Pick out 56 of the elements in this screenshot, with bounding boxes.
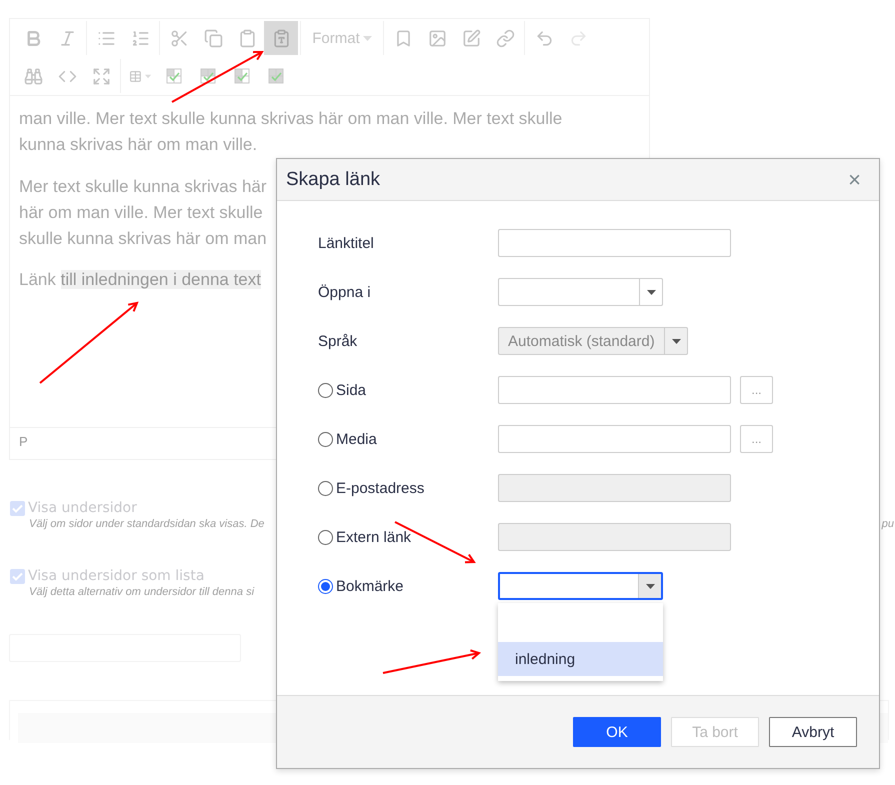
radio-button[interactable] <box>318 382 333 398</box>
text-field[interactable] <box>498 376 731 404</box>
undo-icon <box>534 28 554 48</box>
select-field[interactable] <box>498 572 663 600</box>
copy-icon <box>204 28 222 48</box>
field-label: Media <box>318 430 498 448</box>
checkbox[interactable] <box>10 568 25 584</box>
fullscreen-icon <box>92 66 110 86</box>
clipboard-icon <box>238 28 256 48</box>
dialog-title: Skapa länk <box>286 168 380 190</box>
format-dropdown[interactable]: Format <box>303 21 381 55</box>
table-check-icon <box>166 68 182 84</box>
field-label: E-postadress <box>318 480 498 496</box>
edit-icon <box>462 28 480 48</box>
caret-icon <box>144 74 151 78</box>
link-icon <box>496 28 514 48</box>
text-field[interactable] <box>498 425 731 453</box>
paragraph-line: här om man ville. Mer text skulle <box>19 202 263 224</box>
option-description: Välj detta alternativ om undersidor till denna si <box>29 586 254 598</box>
caret-icon <box>646 584 654 588</box>
field-label: Språk <box>318 332 358 350</box>
field-label: Öppna i <box>318 284 372 300</box>
binoculars-icon <box>24 66 42 86</box>
browse-button[interactable]: ... <box>740 425 773 453</box>
field-label: Extern länk <box>318 528 498 546</box>
caret-icon <box>672 338 680 344</box>
field-label: Sida <box>318 382 498 398</box>
table-check-icon <box>268 68 284 84</box>
radio-button[interactable] <box>318 578 333 594</box>
redo-icon <box>568 28 588 48</box>
ok-button[interactable]: OK <box>573 717 661 747</box>
toolbar-button[interactable] <box>264 21 298 55</box>
numbered-list-icon <box>130 28 150 48</box>
caret-icon <box>362 36 372 40</box>
option-description: Välj om sidor under standardsidan ska visas. De <box>29 518 264 530</box>
option-description: pu <box>882 518 894 530</box>
table-check-icon <box>200 68 216 84</box>
text-field[interactable] <box>498 229 731 257</box>
field-label: Bokmärke <box>318 578 498 594</box>
radio-button[interactable] <box>318 432 333 446</box>
paragraph-line: Mer text skulle kunna skrivas här <box>19 176 267 198</box>
dropdown-option[interactable]: inledning <box>498 642 663 676</box>
paragraph: man ville. Mer text skulle kunna skrivas här om man ville. Mer text skulle kunna skrivas här om man ville. <box>19 108 564 156</box>
dialog-button[interactable]: Avbryt <box>769 717 857 747</box>
close-button[interactable]: × <box>848 166 861 192</box>
clipboard-text-icon <box>272 28 290 48</box>
image-icon <box>428 28 446 48</box>
scissors-icon <box>170 28 188 48</box>
table-check-icon <box>234 68 250 84</box>
field-label: Länktitel <box>318 234 375 252</box>
status-text: P <box>19 434 28 449</box>
paragraph-line: skulle kunna skrivas här om man <box>19 228 267 250</box>
paragraph-line: Länk till inledningen i denna text <box>19 269 261 291</box>
caret-icon <box>646 290 656 294</box>
browse-button[interactable]: ... <box>740 376 773 404</box>
checkbox[interactable] <box>10 500 25 516</box>
